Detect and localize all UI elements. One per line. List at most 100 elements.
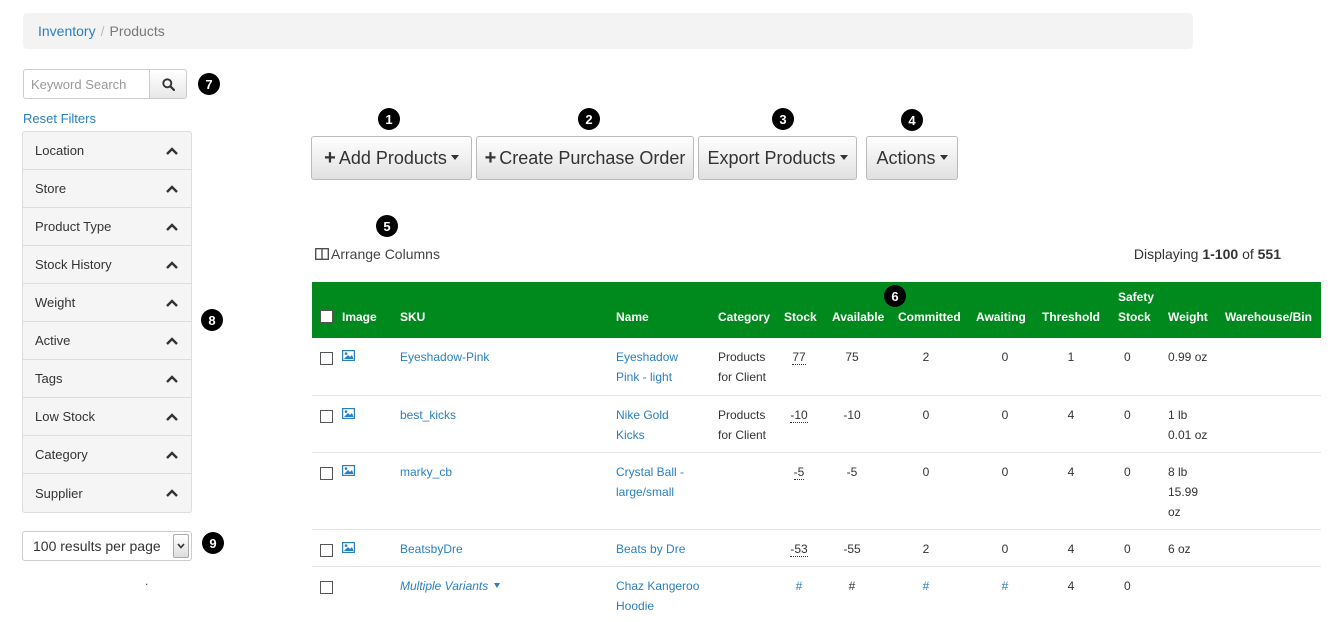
breadcrumb-current: Products: [109, 23, 165, 39]
col-weight[interactable]: Weight: [1168, 282, 1225, 338]
chevron-up-icon: [166, 336, 178, 345]
col-image[interactable]: Image: [342, 282, 400, 338]
columns-icon: [315, 248, 329, 260]
breadcrumb-inventory-link[interactable]: Inventory: [38, 23, 96, 39]
row-checkbox[interactable]: [320, 352, 333, 365]
breadcrumb: Inventory / Products: [23, 13, 1193, 49]
image-icon[interactable]: [342, 407, 355, 419]
safety-stock-value: 0: [1124, 578, 1131, 593]
stray-dot: .: [145, 574, 149, 588]
filter-supplier[interactable]: Supplier: [23, 474, 191, 512]
category-cell: Products for Client: [718, 338, 784, 396]
badge-6: 6: [884, 285, 906, 307]
warehouse-bin-cell: [1225, 566, 1321, 622]
row-checkbox[interactable]: [320, 409, 333, 423]
arrange-columns-button[interactable]: Arrange Columns: [315, 246, 440, 262]
badge-2: 2: [578, 108, 600, 130]
filter-label: Location: [35, 143, 85, 158]
stock-value[interactable]: -5: [793, 464, 805, 480]
category-line1: Products: [718, 407, 766, 422]
export-products-button[interactable]: Export Products: [698, 136, 857, 180]
category-line2: for Client: [718, 427, 767, 442]
col-threshold[interactable]: Threshold: [1042, 282, 1118, 338]
product-name-line2: Hoodie: [616, 598, 655, 613]
stock-value[interactable]: -53: [790, 541, 808, 557]
image-icon[interactable]: [342, 541, 355, 553]
actions-label: Actions: [876, 147, 936, 168]
committed-variants-link[interactable]: #: [923, 579, 930, 593]
reset-filters-link[interactable]: Reset Filters: [23, 111, 96, 126]
badge-3: 3: [772, 108, 794, 130]
awaiting-value: 0: [976, 395, 1042, 453]
weight-line1: 6 oz: [1168, 541, 1191, 556]
product-name-link[interactable]: Eyeshadow Pink - light: [616, 350, 678, 384]
stock-value[interactable]: 77: [792, 350, 806, 365]
results-count-total: 551: [1257, 246, 1281, 262]
committed-value: 0: [898, 395, 976, 453]
stock-value[interactable]: -10: [790, 407, 808, 423]
available-value: 75: [832, 338, 898, 396]
create-purchase-order-button[interactable]: + Create Purchase Order: [476, 136, 694, 180]
badge-8: 8: [201, 309, 223, 331]
filter-category[interactable]: Category: [23, 436, 191, 474]
stock-variants-link[interactable]: #: [796, 579, 803, 593]
awaiting-value: 0: [976, 452, 1042, 530]
badge-1: 1: [378, 108, 400, 130]
weight-cell: 0.99 oz: [1168, 338, 1225, 396]
sku-link[interactable]: marky_cb: [400, 465, 452, 479]
product-name-link[interactable]: Crystal Ball - large/small: [616, 465, 684, 499]
col-sku[interactable]: SKU: [400, 282, 616, 338]
col-safety-stock-line1: Safety: [1118, 290, 1155, 304]
row-checkbox[interactable]: [320, 580, 333, 594]
filter-store[interactable]: Store: [23, 170, 191, 208]
sku-link[interactable]: best_kicks: [400, 408, 456, 422]
available-value: #: [848, 578, 856, 593]
caret-down-icon[interactable]: [494, 582, 501, 588]
filter-tags[interactable]: Tags: [23, 360, 191, 398]
caret-down-icon: [839, 154, 848, 160]
col-stock[interactable]: Stock: [784, 282, 832, 338]
weight-line3: oz: [1168, 504, 1181, 519]
sku-link[interactable]: BeatsbyDre: [400, 542, 463, 556]
search-input[interactable]: [23, 69, 149, 99]
available-value: -10: [832, 395, 898, 453]
col-name[interactable]: Name: [616, 282, 718, 338]
product-name-line2: Pink - light: [616, 370, 673, 384]
table-row: BeatsbyDre Beats by Dre -53 -55 2 0 4 0 …: [312, 529, 1321, 567]
product-name-link[interactable]: Nike Gold Kicks: [616, 408, 669, 442]
col-warehouse-bin[interactable]: Warehouse/Bin: [1225, 282, 1321, 338]
caret-down-icon: [939, 154, 948, 160]
product-name-link[interactable]: Beats by Dre: [616, 542, 685, 556]
results-count-range: 1-100: [1202, 246, 1239, 262]
multiple-variants-toggle[interactable]: Multiple Variants: [400, 579, 488, 593]
row-checkbox[interactable]: [320, 543, 333, 557]
add-products-button[interactable]: + Add Products: [311, 136, 472, 180]
sku-link[interactable]: Eyeshadow-Pink: [400, 350, 489, 364]
weight-cell: [1168, 566, 1225, 622]
image-icon[interactable]: [342, 464, 355, 476]
select-all-checkbox[interactable]: [320, 310, 333, 323]
filter-stock-history[interactable]: Stock History: [23, 246, 191, 284]
results-per-page-select[interactable]: 100 results per page: [22, 531, 192, 561]
filter-low-stock[interactable]: Low Stock: [23, 398, 191, 436]
image-icon[interactable]: [342, 350, 355, 361]
chevron-up-icon: [166, 184, 178, 193]
threshold-value: 4: [1042, 395, 1118, 453]
col-committed[interactable]: Committed: [898, 282, 976, 338]
filter-active[interactable]: Active: [23, 322, 191, 360]
filter-location[interactable]: Location: [23, 132, 191, 170]
chevron-up-icon: [166, 412, 178, 421]
row-checkbox[interactable]: [320, 466, 333, 480]
col-safety-stock[interactable]: Safety Stock: [1118, 282, 1168, 338]
actions-button[interactable]: Actions: [866, 136, 958, 180]
product-name-link[interactable]: Chaz Kangeroo Hoodie: [616, 579, 699, 613]
filter-product-type[interactable]: Product Type: [23, 208, 191, 246]
available-value: -5: [832, 452, 898, 530]
filter-label: Tags: [35, 371, 63, 386]
caret-down-icon: [450, 154, 459, 160]
col-awaiting[interactable]: Awaiting: [976, 282, 1042, 338]
filter-weight[interactable]: Weight: [23, 284, 191, 322]
col-category[interactable]: Category: [718, 282, 784, 338]
awaiting-variants-link[interactable]: #: [1002, 579, 1009, 593]
search-button[interactable]: [149, 69, 187, 99]
